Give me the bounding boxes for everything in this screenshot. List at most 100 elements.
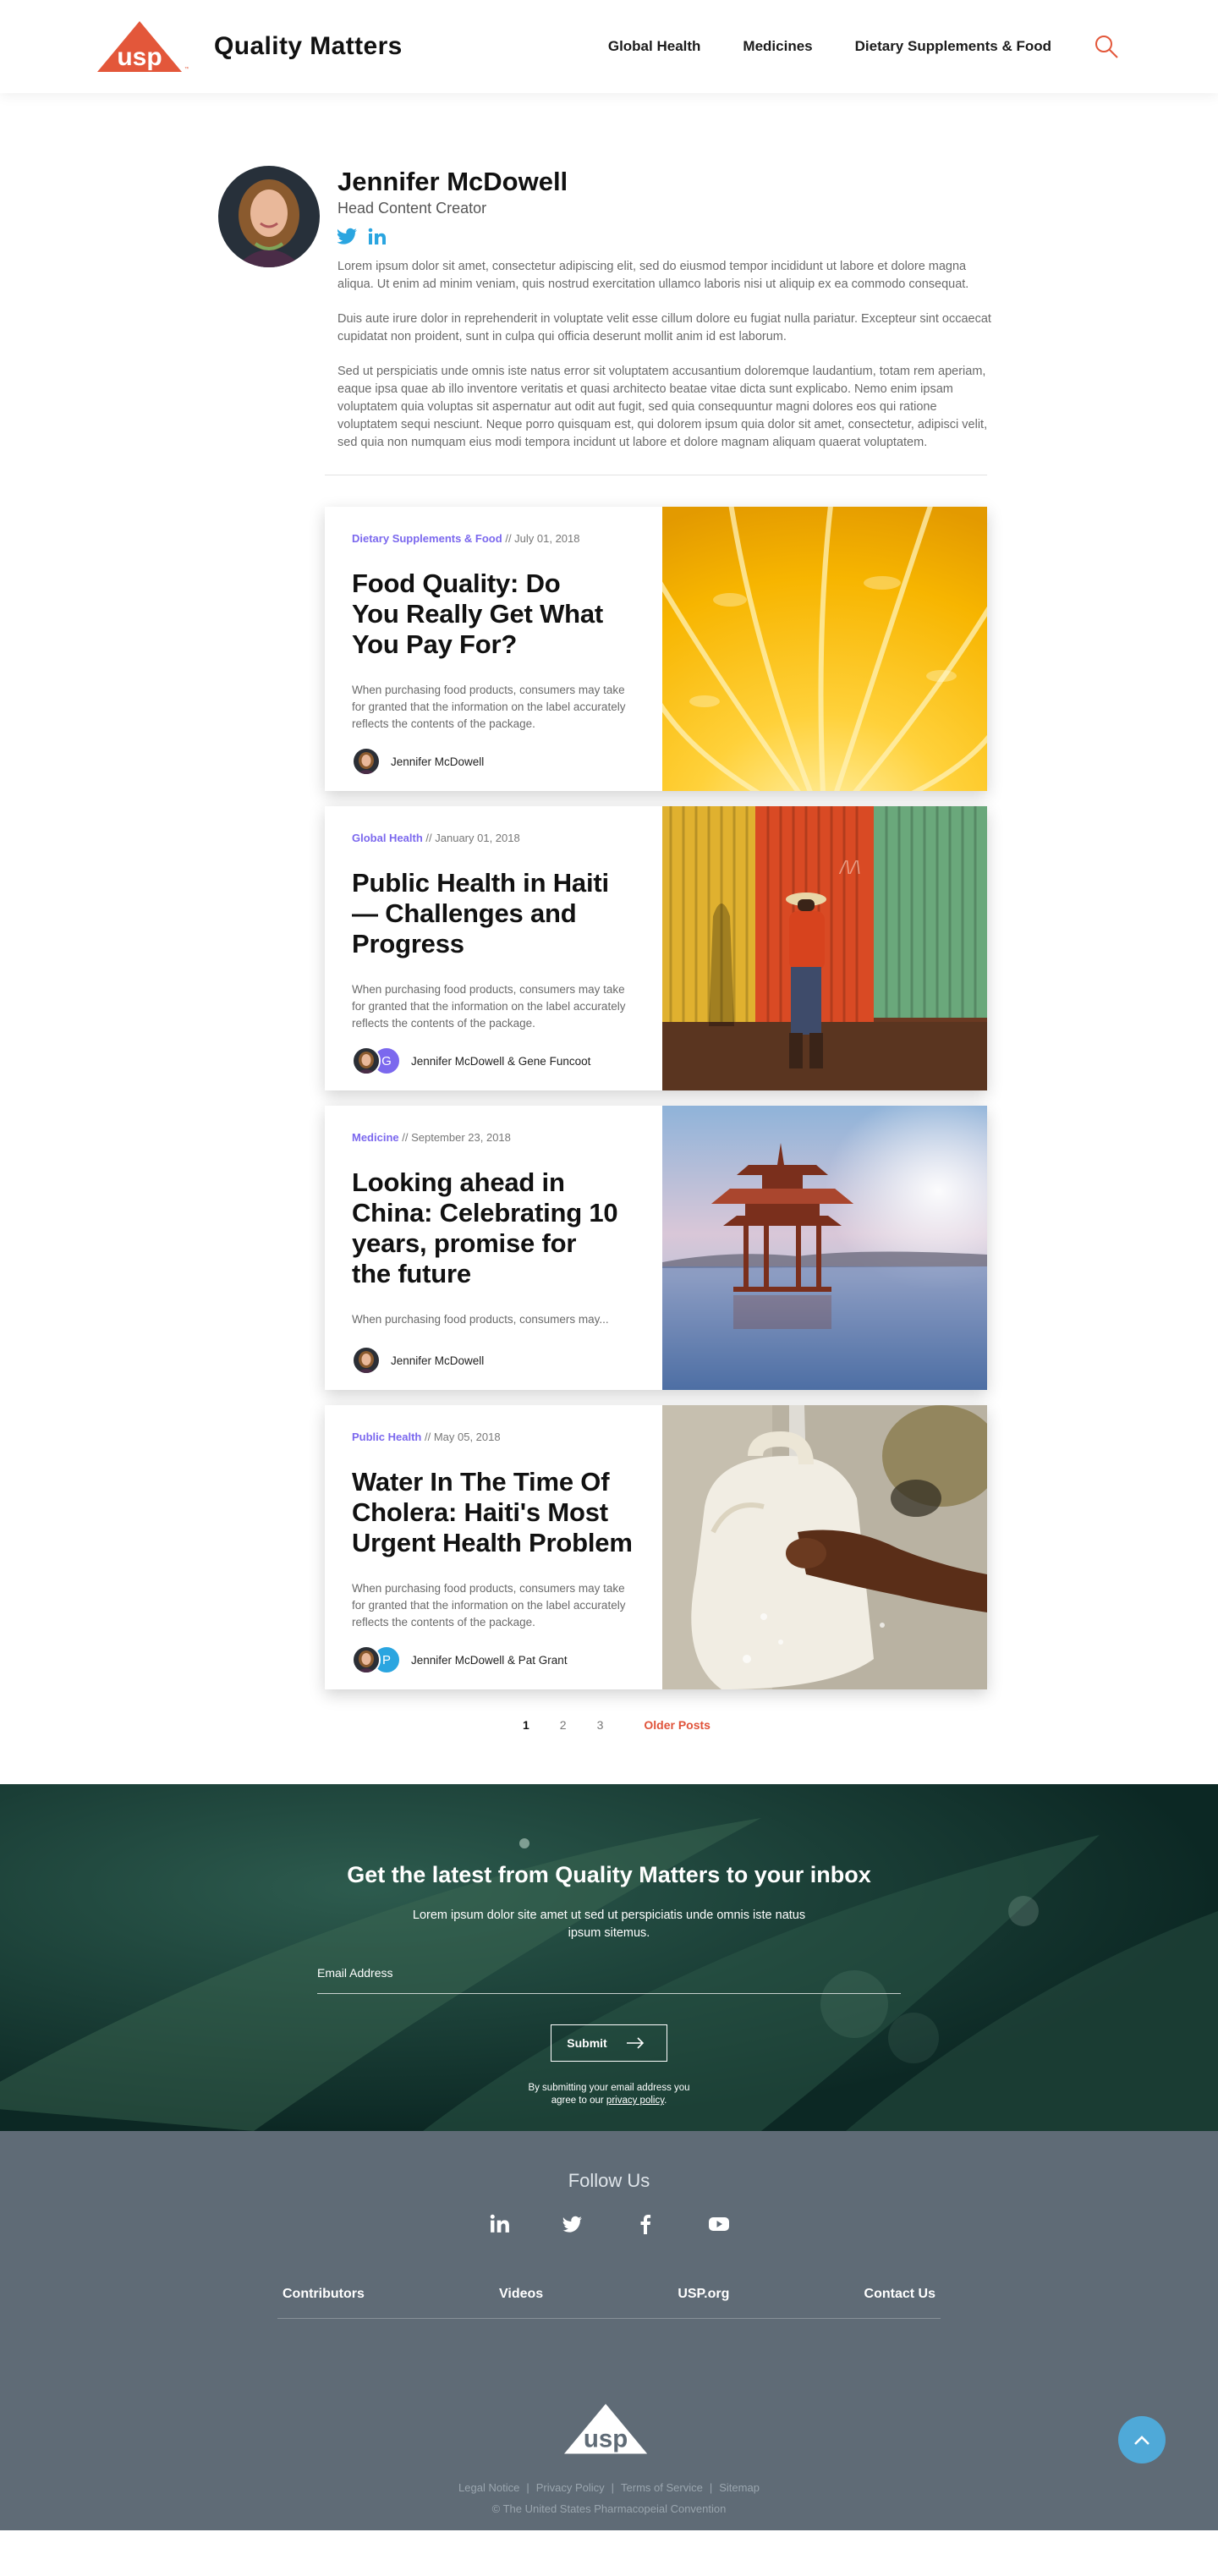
follow-us-heading: Follow Us bbox=[568, 2170, 650, 2192]
article-authors: Jennifer McDowell bbox=[352, 747, 484, 777]
page-3-link[interactable]: 3 bbox=[597, 1718, 604, 1732]
logo-text: usp bbox=[117, 43, 162, 71]
article-author-names[interactable]: Jennifer McDowell & Pat Grant bbox=[411, 1654, 568, 1667]
twitter-icon[interactable] bbox=[562, 2214, 583, 2234]
arrow-right-icon bbox=[626, 2037, 644, 2049]
article-card[interactable]: Global Health // January 01, 2018 Public… bbox=[325, 806, 987, 1091]
author-name: Jennifer McDowell bbox=[337, 167, 568, 196]
article-author-names[interactable]: Jennifer McDowell bbox=[391, 755, 484, 768]
article-date: // July 01, 2018 bbox=[505, 532, 580, 546]
article-date: // May 05, 2018 bbox=[424, 1431, 501, 1444]
linkedin-icon[interactable] bbox=[368, 228, 388, 246]
author-profile: Jennifer McDowell Head Content Creator L… bbox=[218, 166, 1000, 452]
twitter-icon[interactable] bbox=[337, 228, 358, 246]
site-title[interactable]: Quality Matters bbox=[214, 32, 403, 61]
pagination: 1 2 3 Older Posts bbox=[0, 1718, 1218, 1732]
back-to-top-button[interactable] bbox=[1118, 2416, 1166, 2464]
article-authors: G Jennifer McDowell & Gene Funcoot bbox=[352, 1046, 590, 1076]
article-title[interactable]: Food Quality: Do You Really Get What You… bbox=[352, 568, 606, 660]
page-2-link[interactable]: 2 bbox=[560, 1718, 567, 1732]
usp-logo[interactable]: usp ™ bbox=[97, 21, 189, 72]
article-date: // September 23, 2018 bbox=[402, 1131, 511, 1145]
nav-medicines[interactable]: Medicines bbox=[743, 38, 812, 55]
article-title[interactable]: Public Health in Haiti — Challenges and … bbox=[352, 868, 618, 959]
legal-notice-link[interactable]: Legal Notice bbox=[458, 2481, 519, 2494]
site-footer: Follow Us Contributors Videos USP.org Co… bbox=[0, 2131, 1218, 2531]
newsletter-disclaimer: By submitting your email address you agr… bbox=[317, 2082, 901, 2107]
site-header: usp ™ Quality Matters Global Health Medi… bbox=[0, 0, 1218, 93]
article-meta: Medicine // September 23, 2018 bbox=[352, 1131, 635, 1144]
submit-label: Submit bbox=[567, 2036, 607, 2051]
newsletter-section: Get the latest from Quality Matters to y… bbox=[0, 1784, 1218, 2132]
article-category[interactable]: Medicine bbox=[352, 1131, 399, 1144]
footer-link-usp-org[interactable]: USP.org bbox=[678, 2287, 729, 2302]
article-card[interactable]: Medicine // September 23, 2018 Looking a… bbox=[325, 1106, 987, 1391]
older-posts-link[interactable]: Older Posts bbox=[644, 1718, 710, 1732]
bio-paragraph: Duis aute irure dolor in reprehenderit i… bbox=[337, 312, 991, 344]
footer-link-contact-us[interactable]: Contact Us bbox=[864, 2287, 935, 2302]
article-authors: Jennifer McDowell bbox=[352, 1346, 484, 1376]
author-bio: Lorem ipsum dolor sit amet, consectetur … bbox=[337, 258, 1000, 452]
author-social-links bbox=[337, 228, 1000, 246]
disclaimer-prefix: agree to our bbox=[551, 2095, 606, 2106]
usp-logo[interactable]: usp bbox=[564, 2403, 654, 2454]
article-category[interactable]: Public Health bbox=[352, 1431, 421, 1443]
article-authors: P Jennifer McDowell & Pat Grant bbox=[352, 1645, 568, 1675]
terms-of-service-link[interactable]: Terms of Service bbox=[621, 2481, 703, 2494]
article-excerpt: When purchasing food products, consumers… bbox=[352, 1582, 626, 1629]
avatar bbox=[352, 1645, 381, 1675]
nav-global-health[interactable]: Global Health bbox=[608, 38, 701, 55]
author-role: Head Content Creator bbox=[337, 200, 487, 217]
article-meta: Public Health // May 05, 2018 bbox=[352, 1431, 635, 1443]
submit-button[interactable]: Submit bbox=[551, 2024, 667, 2062]
footer-nav: Contributors Videos USP.org Contact Us bbox=[277, 2287, 941, 2302]
article-excerpt: When purchasing food products, consumers… bbox=[352, 684, 626, 731]
article-excerpt: When purchasing food products, consumers… bbox=[352, 983, 626, 1030]
article-image-haiti-wall[interactable]: /\/\ bbox=[662, 806, 987, 1091]
article-title[interactable]: Looking ahead in China: Celebrating 10 y… bbox=[352, 1167, 618, 1289]
article-meta: Global Health // January 01, 2018 bbox=[352, 832, 635, 844]
svg-text:™: ™ bbox=[184, 66, 189, 72]
youtube-icon[interactable] bbox=[708, 2214, 729, 2234]
article-image-citrus[interactable] bbox=[662, 507, 987, 792]
legal-links: Legal Notice | Privacy Policy | Terms of Ser… bbox=[458, 2481, 760, 2495]
article-excerpt: When purchasing food products, consumers… bbox=[352, 1313, 609, 1326]
avatar bbox=[218, 166, 320, 267]
footer-link-videos[interactable]: Videos bbox=[499, 2287, 543, 2302]
footer-social-links bbox=[0, 2214, 1218, 2235]
article-category[interactable]: Dietary Supplements & Food bbox=[352, 532, 502, 545]
avatar bbox=[352, 747, 381, 777]
article-image-water-jug[interactable] bbox=[662, 1405, 987, 1690]
article-card[interactable]: Dietary Supplements & Food // July 01, 2… bbox=[325, 507, 987, 792]
article-author-names[interactable]: Jennifer McDowell bbox=[391, 1354, 484, 1367]
facebook-icon[interactable] bbox=[635, 2214, 656, 2235]
email-field[interactable]: Email Address bbox=[317, 1966, 901, 1995]
article-card[interactable]: Public Health // May 05, 2018 Water In T… bbox=[325, 1405, 987, 1690]
article-meta: Dietary Supplements & Food // July 01, 2… bbox=[352, 532, 635, 545]
sitemap-link[interactable]: Sitemap bbox=[719, 2481, 760, 2494]
linkedin-icon[interactable] bbox=[490, 2214, 510, 2234]
privacy-policy-link[interactable]: privacy policy bbox=[606, 2095, 664, 2106]
bio-paragraph: Lorem ipsum dolor sit amet, consectetur … bbox=[337, 260, 969, 292]
article-list: Dietary Supplements & Food // July 01, 2… bbox=[325, 507, 987, 1690]
newsletter-title: Get the latest from Quality Matters to y… bbox=[347, 1862, 871, 1888]
avatar bbox=[352, 1046, 381, 1076]
article-image-pagoda[interactable] bbox=[662, 1106, 987, 1391]
avatar bbox=[352, 1346, 381, 1376]
svg-text:/\/\: /\/\ bbox=[838, 857, 860, 878]
footer-divider bbox=[277, 2318, 941, 2320]
nav-dietary-supplements-food[interactable]: Dietary Supplements & Food bbox=[855, 38, 1051, 55]
search-icon[interactable] bbox=[1092, 32, 1121, 61]
article-category[interactable]: Global Health bbox=[352, 832, 423, 844]
article-author-names[interactable]: Jennifer McDowell & Gene Funcoot bbox=[411, 1055, 590, 1068]
privacy-policy-link[interactable]: Privacy Policy bbox=[536, 2481, 605, 2494]
logo-text: usp bbox=[584, 2425, 628, 2453]
article-date: // January 01, 2018 bbox=[425, 832, 520, 845]
disclaimer-suffix: . bbox=[664, 2095, 667, 2106]
article-title[interactable]: Water In The Time Of Cholera: Haiti's Mo… bbox=[352, 1467, 639, 1558]
disclaimer-line: By submitting your email address you bbox=[528, 2083, 690, 2094]
footer-link-contributors[interactable]: Contributors bbox=[283, 2287, 365, 2302]
page-1-link[interactable]: 1 bbox=[523, 1718, 529, 1732]
main-content: Jennifer McDowell Head Content Creator L… bbox=[0, 166, 1218, 2531]
copyright: © The United States Pharmacopeial Conven… bbox=[491, 2502, 727, 2516]
